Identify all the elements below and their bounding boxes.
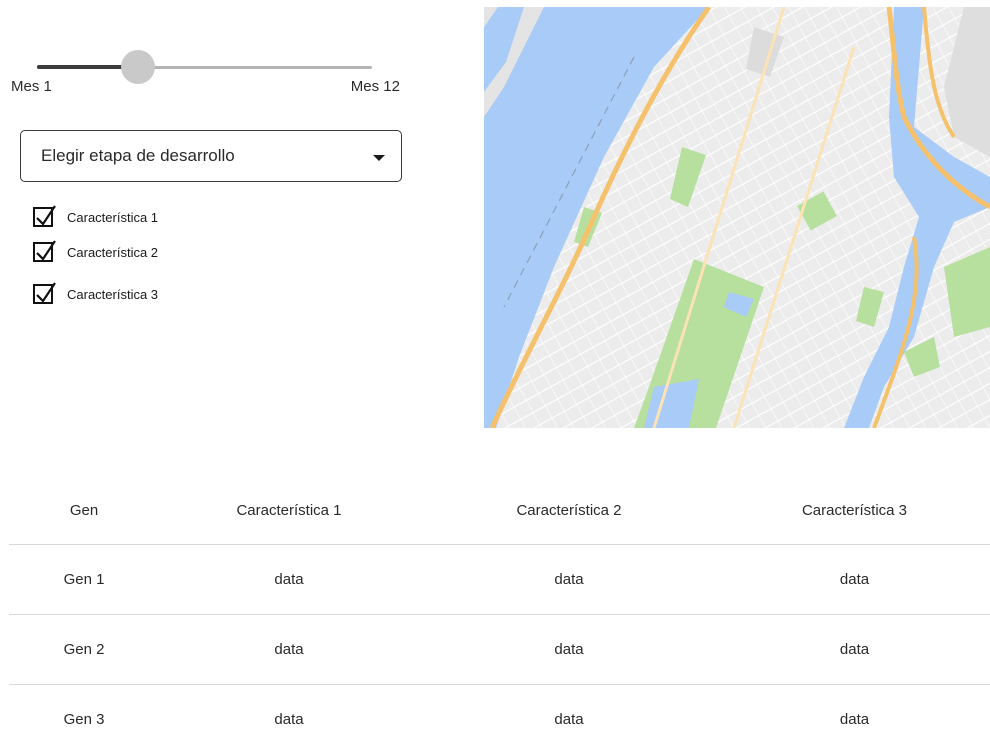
table-cell: data: [274, 641, 304, 658]
data-table: Gen Característica 1 Característica 2 Ca…: [9, 478, 990, 731]
checkbox-label: Característica 3: [67, 287, 159, 302]
table-header-cell[interactable]: Gen: [9, 478, 159, 544]
table-row: Gen 3 data data data: [9, 685, 990, 731]
page: Mes 1 Mes 12 Elegir etapa de desarrollo …: [0, 0, 990, 731]
table-cell: data: [839, 571, 870, 588]
table-cell: data: [554, 571, 584, 588]
slider-min-label: Mes 1: [11, 78, 52, 95]
table-row: Gen 2 data data data: [9, 615, 990, 685]
table-header-cell[interactable]: Característica 3: [719, 478, 990, 544]
caret-down-icon: [373, 155, 385, 161]
table-cell: data: [554, 641, 584, 658]
slider-thumb[interactable]: [120, 50, 155, 84]
table-cell: Gen 3: [63, 711, 105, 728]
checkbox-label: Característica 2: [67, 245, 159, 260]
city-map[interactable]: [484, 7, 990, 428]
checkbox-checked-icon[interactable]: [33, 205, 56, 227]
checkbox-checked-icon[interactable]: [33, 240, 56, 262]
table-cell: Gen 2: [63, 641, 105, 658]
table-header-row: Gen Característica 1 Característica 2 Ca…: [9, 478, 990, 545]
table-header-cell[interactable]: Característica 2: [419, 478, 719, 544]
map-graphic: [484, 7, 990, 428]
checkbox-checked-icon[interactable]: [33, 282, 56, 304]
month-slider[interactable]: Mes 1 Mes 12: [0, 40, 410, 100]
checkbox-label: Característica 1: [67, 210, 159, 225]
development-stage-dropdown[interactable]: Elegir etapa de desarrollo: [20, 130, 402, 182]
table-cell: data: [274, 571, 304, 588]
table-header-cell[interactable]: Característica 1: [159, 478, 419, 544]
table-row: Gen 1 data data data: [9, 545, 990, 615]
table-cell: data: [839, 641, 870, 658]
slider-max-label: Mes 12: [350, 78, 400, 95]
table-cell: data: [554, 711, 584, 728]
table-cell: data: [839, 711, 870, 728]
table-cell: data: [274, 711, 304, 728]
table-cell: Gen 1: [63, 571, 105, 588]
dropdown-label: Elegir etapa de desarrollo: [41, 146, 235, 165]
